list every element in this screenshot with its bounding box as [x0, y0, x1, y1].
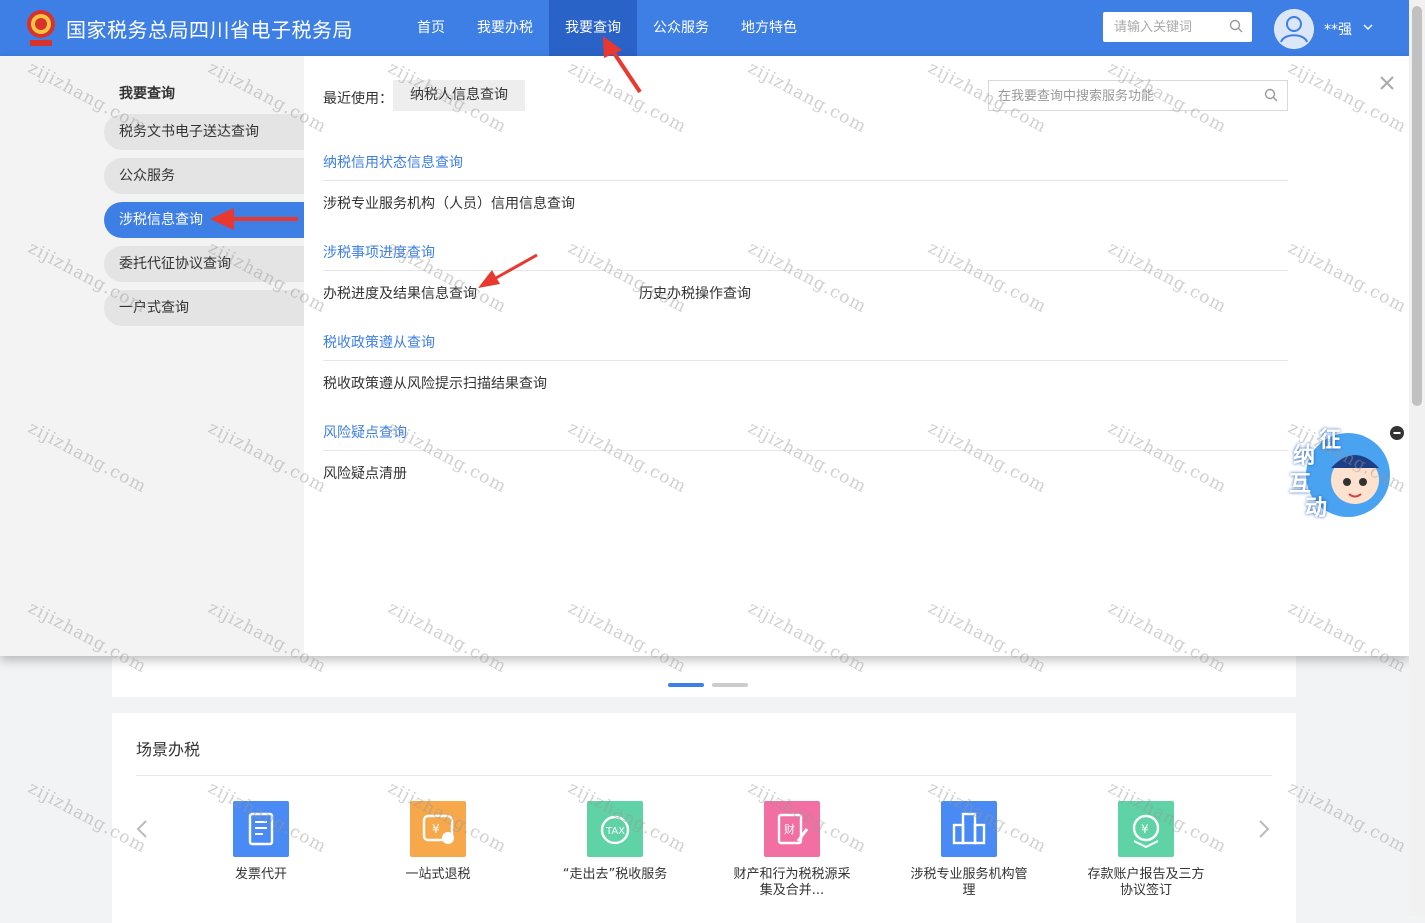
divider: [136, 775, 1272, 776]
sidebar-title: 我要查询: [119, 86, 175, 102]
chevron-right-icon[interactable]: [1258, 819, 1270, 839]
svg-text:TAX: TAX: [605, 826, 625, 837]
panel-content: 最近使用： 纳税人信息查询 纳税信用状态信息查询 涉税专业服务机构（人员）信用信…: [304, 56, 1409, 656]
property-tax-icon: 财: [764, 801, 820, 857]
section-title-progress: 涉税事项进度查询: [323, 242, 1288, 271]
top-header: 国家税务总局四川省电子税务局 首页 我要办税 我要查询 公众服务 地方特色 **…: [0, 0, 1409, 56]
link-history-operation-query[interactable]: 历史办税操作查询: [639, 283, 751, 303]
header-search: [1103, 12, 1252, 42]
scene-title: 场景办税: [136, 740, 201, 759]
sidebar-item-doc-delivery[interactable]: 税务文书电子送达查询: [104, 114, 304, 150]
nav-home[interactable]: 首页: [401, 0, 461, 56]
minimize-icon[interactable]: [1390, 426, 1404, 440]
sidebar-item-public-service[interactable]: 公众服务: [104, 158, 304, 194]
recent-item-chip[interactable]: 纳税人信息查询: [393, 80, 525, 111]
sidebar-item-one-account[interactable]: 一户式查询: [104, 290, 304, 326]
invoice-icon: [233, 801, 289, 857]
link-agency-credit-query[interactable]: 涉税专业服务机构（人员）信用信息查询: [323, 193, 575, 213]
link-progress-result-query[interactable]: 办税进度及结果信息查询: [323, 283, 477, 303]
tax-emblem-icon: [27, 10, 55, 46]
scene-item-property-tax[interactable]: 财 财产和行为税税源采集及合并...: [732, 801, 852, 899]
search-icon[interactable]: [1229, 19, 1243, 33]
sidebar-item-tax-info-query[interactable]: 涉税信息查询: [104, 202, 304, 238]
scene-item-tax-refund[interactable]: ¥ 一站式退税: [378, 801, 498, 883]
section-title-policy: 税收政策遵从查询: [323, 332, 1288, 361]
account-icon: ¥: [1118, 801, 1174, 857]
main-nav: 首页 我要办税 我要查询 公众服务 地方特色: [401, 0, 813, 56]
nav-query[interactable]: 我要查询: [549, 0, 637, 56]
search-icon[interactable]: [1264, 88, 1278, 102]
scene-item-go-global[interactable]: TAX “走出去”税收服务: [555, 801, 675, 883]
panel-sidebar: 我要查询 税务文书电子送达查询 公众服务 涉税信息查询 委托代征协议查询 一户式…: [0, 56, 304, 656]
link-policy-risk-scan[interactable]: 税收政策遵从风险提示扫描结果查询: [323, 373, 547, 393]
widget-char-4: 动: [1305, 496, 1328, 521]
scene-item-agency-mgmt[interactable]: 涉税专业服务机构管理: [909, 801, 1029, 899]
link-risk-list[interactable]: 风险疑点清册: [323, 463, 407, 483]
page-scrollbar[interactable]: [1409, 0, 1425, 916]
avatar[interactable]: [1274, 9, 1314, 49]
user-name[interactable]: **强: [1324, 19, 1352, 39]
close-icon[interactable]: [1379, 75, 1395, 91]
carousel-dot[interactable]: [712, 683, 748, 687]
site-title[interactable]: 国家税务总局四川省电子税务局: [66, 14, 353, 43]
panel-search-input[interactable]: [996, 81, 1255, 112]
watermark-text: zijizhang.com: [1284, 778, 1409, 858]
nav-local-features[interactable]: 地方特色: [725, 0, 813, 56]
svg-text:¥: ¥: [432, 822, 440, 836]
building-icon: [941, 801, 997, 857]
section-title-risk: 风险疑点查询: [323, 422, 1288, 451]
scene-item-label: 财产和行为税税源采集及合并...: [733, 867, 851, 898]
nav-handle-tax[interactable]: 我要办税: [461, 0, 549, 56]
widget-char-1: 征: [1319, 428, 1342, 453]
svg-text:¥: ¥: [1141, 822, 1149, 836]
sidebar-item-agency-agreement[interactable]: 委托代征协议查询: [104, 246, 304, 282]
scene-item-label: 存款账户报告及三方协议签订: [1087, 867, 1205, 898]
scene-item-label: 一站式退税: [405, 867, 471, 882]
scene-item-deposit-account[interactable]: ¥ 存款账户报告及三方协议签订: [1086, 801, 1206, 899]
scene-item-invoice[interactable]: 发票代开: [201, 801, 321, 883]
chevron-left-icon[interactable]: [136, 819, 148, 839]
svg-text:财: 财: [784, 822, 795, 836]
tax-refund-icon: ¥: [410, 801, 466, 857]
interaction-widget[interactable]: 征 纳 互 动: [1285, 420, 1404, 521]
scene-item-label: “走出去”税收服务: [562, 867, 668, 882]
panel-search: [988, 80, 1288, 112]
nav-public-service[interactable]: 公众服务: [637, 0, 725, 56]
query-dropdown-panel: 我要查询 税务文书电子送达查询 公众服务 涉税信息查询 委托代征协议查询 一户式…: [0, 56, 1409, 656]
header-search-input[interactable]: [1112, 12, 1226, 42]
tax-globe-icon: TAX: [587, 801, 643, 857]
scene-item-label: 涉税专业服务机构管理: [910, 867, 1028, 898]
scene-card: 场景办税 发票代开 ¥ 一站式退税 TAX “走出去”税收服务 财 财产和行为税…: [112, 713, 1296, 923]
section-title-credit: 纳税信用状态信息查询: [323, 152, 1288, 181]
scrollbar-thumb[interactable]: [1412, 6, 1422, 406]
chevron-down-icon[interactable]: [1363, 24, 1373, 31]
recent-label: 最近使用：: [323, 91, 393, 107]
scene-item-label: 发票代开: [234, 867, 287, 882]
user-icon: [1274, 9, 1314, 49]
carousel-dot-active[interactable]: [668, 683, 704, 687]
